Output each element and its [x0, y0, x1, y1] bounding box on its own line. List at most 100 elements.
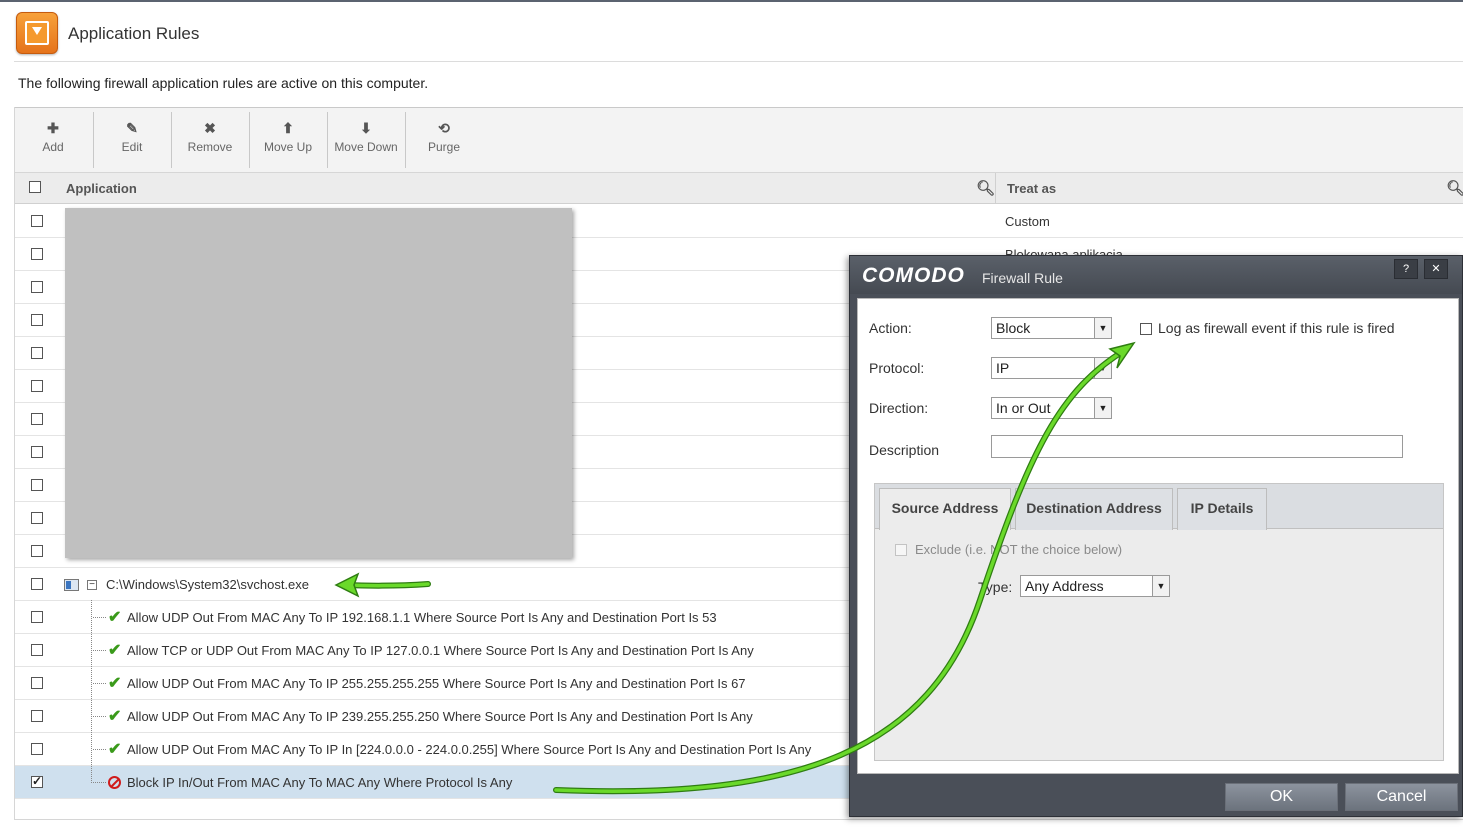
tree-connector: [93, 782, 106, 783]
row-checkbox[interactable]: [31, 545, 43, 557]
tree-connector: [93, 650, 106, 651]
ok-button[interactable]: OK: [1225, 783, 1338, 811]
page-subtitle: The following firewall application rules…: [18, 75, 429, 91]
row-checkbox[interactable]: [31, 446, 43, 458]
tab-ip-details[interactable]: IP Details: [1177, 488, 1267, 530]
row-checkbox-checked[interactable]: [31, 774, 43, 788]
move-down-button[interactable]: ⬇ Move Down: [327, 114, 405, 168]
row-checkbox[interactable]: [31, 644, 43, 656]
rule-text: Block IP In/Out From MAC Any To MAC Any …: [127, 775, 513, 790]
toolbar: ✚ Add ✎ Edit ✖ Remove ⬆ Move Up ⬇ Move D…: [14, 107, 1463, 173]
row-checkbox[interactable]: [31, 611, 43, 623]
application-path: C:\Windows\System32\svchost.exe: [106, 577, 310, 592]
dialog-body: Action: Block ▼ Log as firewall event if…: [857, 298, 1459, 774]
refresh-icon: ⟲: [438, 120, 450, 136]
list-bottom-border: [14, 819, 1463, 820]
rule-text: Allow UDP Out From MAC Any To IP 239.255…: [127, 709, 753, 724]
direction-select[interactable]: In or Out ▼: [991, 397, 1112, 419]
dialog-title: Firewall Rule: [982, 270, 1063, 286]
row-checkbox[interactable]: [31, 512, 43, 524]
tab-source-address[interactable]: Source Address: [879, 488, 1011, 530]
row-checkbox[interactable]: [31, 281, 43, 293]
action-label: Action:: [869, 320, 912, 336]
description-field[interactable]: [991, 435, 1403, 458]
tree-connector: [93, 749, 106, 750]
application-rules-window: Application Rules The following firewall…: [0, 0, 1463, 830]
allow-check-icon: ✔: [108, 642, 122, 659]
action-select[interactable]: Block ▼: [991, 317, 1112, 339]
row-checkbox[interactable]: [31, 479, 43, 491]
arrow-up-icon: ⬆: [282, 120, 294, 136]
row-checkbox[interactable]: [31, 578, 43, 590]
block-icon: [108, 776, 121, 789]
column-header-application[interactable]: Application: [66, 181, 137, 196]
help-button[interactable]: ?: [1394, 259, 1418, 279]
tab-strip: Source Address Destination Address IP De…: [875, 484, 1443, 530]
treat-as-value: Custom: [1005, 214, 1050, 229]
tree-connector: [93, 683, 106, 684]
page-title: Application Rules: [68, 24, 200, 43]
rule-text: Allow TCP or UDP Out From MAC Any To IP …: [127, 643, 754, 658]
row-checkbox[interactable]: [31, 314, 43, 326]
chevron-down-icon: ▼: [1152, 576, 1169, 596]
tree-connector: [93, 617, 106, 618]
protocol-label: Protocol:: [869, 360, 925, 376]
application-window-icon: [64, 579, 79, 591]
tab-destination-address[interactable]: Destination Address: [1015, 488, 1173, 530]
description-label: Description: [869, 442, 940, 458]
rule-text: Allow UDP Out From MAC Any To IP 192.168…: [127, 610, 717, 625]
row-checkbox[interactable]: [31, 710, 43, 722]
search-icon[interactable]: 🔍︎: [976, 179, 995, 197]
row-checkbox[interactable]: [31, 380, 43, 392]
chevron-down-icon: ▼: [1094, 398, 1111, 418]
address-tab-panel: Source Address Destination Address IP De…: [874, 483, 1444, 761]
pencil-icon: ✎: [126, 120, 138, 136]
column-divider[interactable]: [995, 173, 996, 204]
list-left-border: [14, 107, 15, 820]
column-header-treat-as[interactable]: Treat as: [1007, 181, 1056, 196]
row-checkbox[interactable]: [31, 248, 43, 260]
row-checkbox[interactable]: [31, 215, 43, 227]
tree-vertical-line: [91, 600, 92, 783]
add-button[interactable]: ✚ Add: [14, 114, 92, 168]
log-event-checkbox[interactable]: [1140, 323, 1152, 335]
type-label: Type:: [978, 579, 1013, 595]
chevron-down-icon: ▼: [1094, 318, 1111, 338]
purge-button[interactable]: ⟲ Purge: [405, 114, 483, 168]
tree-connector: [93, 716, 106, 717]
arrow-down-icon: ⬇: [360, 120, 372, 136]
header-divider: [14, 61, 1463, 62]
rule-text: Allow UDP Out From MAC Any To IP In [224…: [127, 742, 812, 757]
dialog-titlebar[interactable]: COMODO Firewall Rule ? ✕: [850, 256, 1462, 294]
chevron-down-icon: ▼: [1094, 358, 1111, 378]
allow-check-icon: ✔: [108, 741, 122, 758]
log-event-label: Log as firewall event if this rule is fi…: [1158, 320, 1395, 336]
allow-check-icon: ✔: [108, 609, 122, 626]
rule-text: Allow UDP Out From MAC Any To IP 255.255…: [127, 676, 746, 691]
remove-button[interactable]: ✖ Remove: [171, 114, 249, 168]
comodo-logo: COMODO: [862, 264, 965, 287]
direction-label: Direction:: [869, 400, 929, 416]
exclude-label: Exclude (i.e. NOT the choice below): [915, 542, 1123, 557]
exclude-checkbox[interactable]: [895, 544, 907, 556]
protocol-select[interactable]: IP ▼: [991, 357, 1112, 379]
search-icon[interactable]: 🔍︎: [1446, 179, 1463, 197]
row-checkbox[interactable]: [31, 413, 43, 425]
row-checkbox[interactable]: [31, 677, 43, 689]
x-icon: ✖: [204, 120, 216, 136]
collapse-toggle-icon[interactable]: −: [87, 580, 97, 590]
row-checkbox[interactable]: [31, 743, 43, 755]
move-up-button[interactable]: ⬆ Move Up: [249, 114, 327, 168]
allow-check-icon: ✔: [108, 675, 122, 692]
select-all-checkbox[interactable]: [29, 181, 41, 193]
address-type-select[interactable]: Any Address ▼: [1020, 575, 1170, 597]
row-checkbox[interactable]: [31, 347, 43, 359]
grid-header: Application 🔍︎ Treat as 🔍︎: [14, 173, 1463, 204]
edit-button[interactable]: ✎ Edit: [93, 114, 171, 168]
close-button[interactable]: ✕: [1424, 259, 1448, 279]
firewall-rule-dialog: COMODO Firewall Rule ? ✕ Action: Block ▼…: [849, 255, 1463, 817]
plus-icon: ✚: [47, 120, 59, 136]
redacted-area: [65, 208, 572, 558]
cancel-button[interactable]: Cancel: [1345, 783, 1458, 811]
allow-check-icon: ✔: [108, 708, 122, 725]
